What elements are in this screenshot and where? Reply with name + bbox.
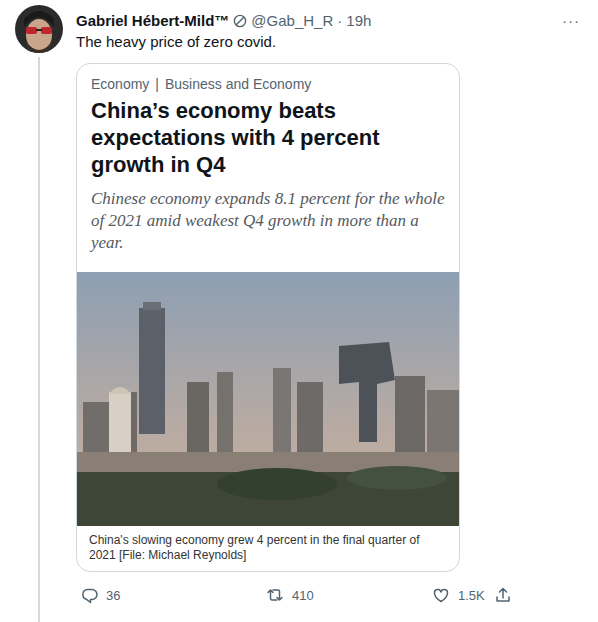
tweet-body: Gabriel Hébert-Mild™ @Gab_H_R·19h ··· The h…: [76, 0, 598, 622]
share-icon: [494, 586, 512, 604]
share-button[interactable]: [494, 586, 586, 604]
retweet-count: 410: [292, 588, 314, 603]
like-count: 1.5K: [458, 588, 485, 603]
timestamp[interactable]: 19h: [346, 11, 371, 30]
tweet-text: The heavy price of zero covid.: [76, 32, 586, 52]
link-card[interactable]: Economy | Business and EconomyChina’s econ…: [76, 63, 460, 572]
author-name[interactable]: Gabriel Hébert-Mild™: [76, 11, 229, 30]
like-button[interactable]: 1.5K: [432, 586, 494, 604]
more-button[interactable]: ···: [562, 11, 586, 30]
article-photo: [77, 272, 460, 526]
action-bar: 36 410 1.5K: [76, 586, 586, 604]
badge-icon: [233, 14, 247, 28]
section: Business and Economy: [165, 75, 311, 93]
reply-icon: [80, 586, 98, 604]
reply-count: 36: [106, 588, 120, 603]
thread-line: [38, 57, 40, 622]
card-category: Economy | Business and Economy: [77, 64, 459, 93]
tweet-header: Gabriel Hébert-Mild™ @Gab_H_R·19h ···: [76, 11, 586, 30]
category-divider: |: [155, 75, 159, 93]
card-headline[interactable]: China’s economy beats expectations with …: [77, 93, 459, 178]
retweet-button[interactable]: 410: [266, 586, 432, 604]
tweet: Gabriel Hébert-Mild™ @Gab_H_R·19h ··· The h…: [0, 0, 598, 622]
card-subtitle: Chinese economy expands 8.1 percent for …: [77, 178, 459, 254]
retweet-icon: [266, 586, 284, 604]
separator: ·: [337, 11, 342, 30]
photo-caption: China's slowing economy grew 4 percent i…: [77, 526, 459, 571]
heart-icon: [432, 586, 450, 604]
reply-button[interactable]: 36: [80, 586, 266, 604]
author-handle[interactable]: @Gab_H_R: [251, 11, 333, 30]
avatar[interactable]: [15, 5, 63, 53]
category: Economy: [91, 75, 149, 93]
tweet-gutter: [0, 0, 76, 622]
avatar-photo: [15, 5, 63, 53]
